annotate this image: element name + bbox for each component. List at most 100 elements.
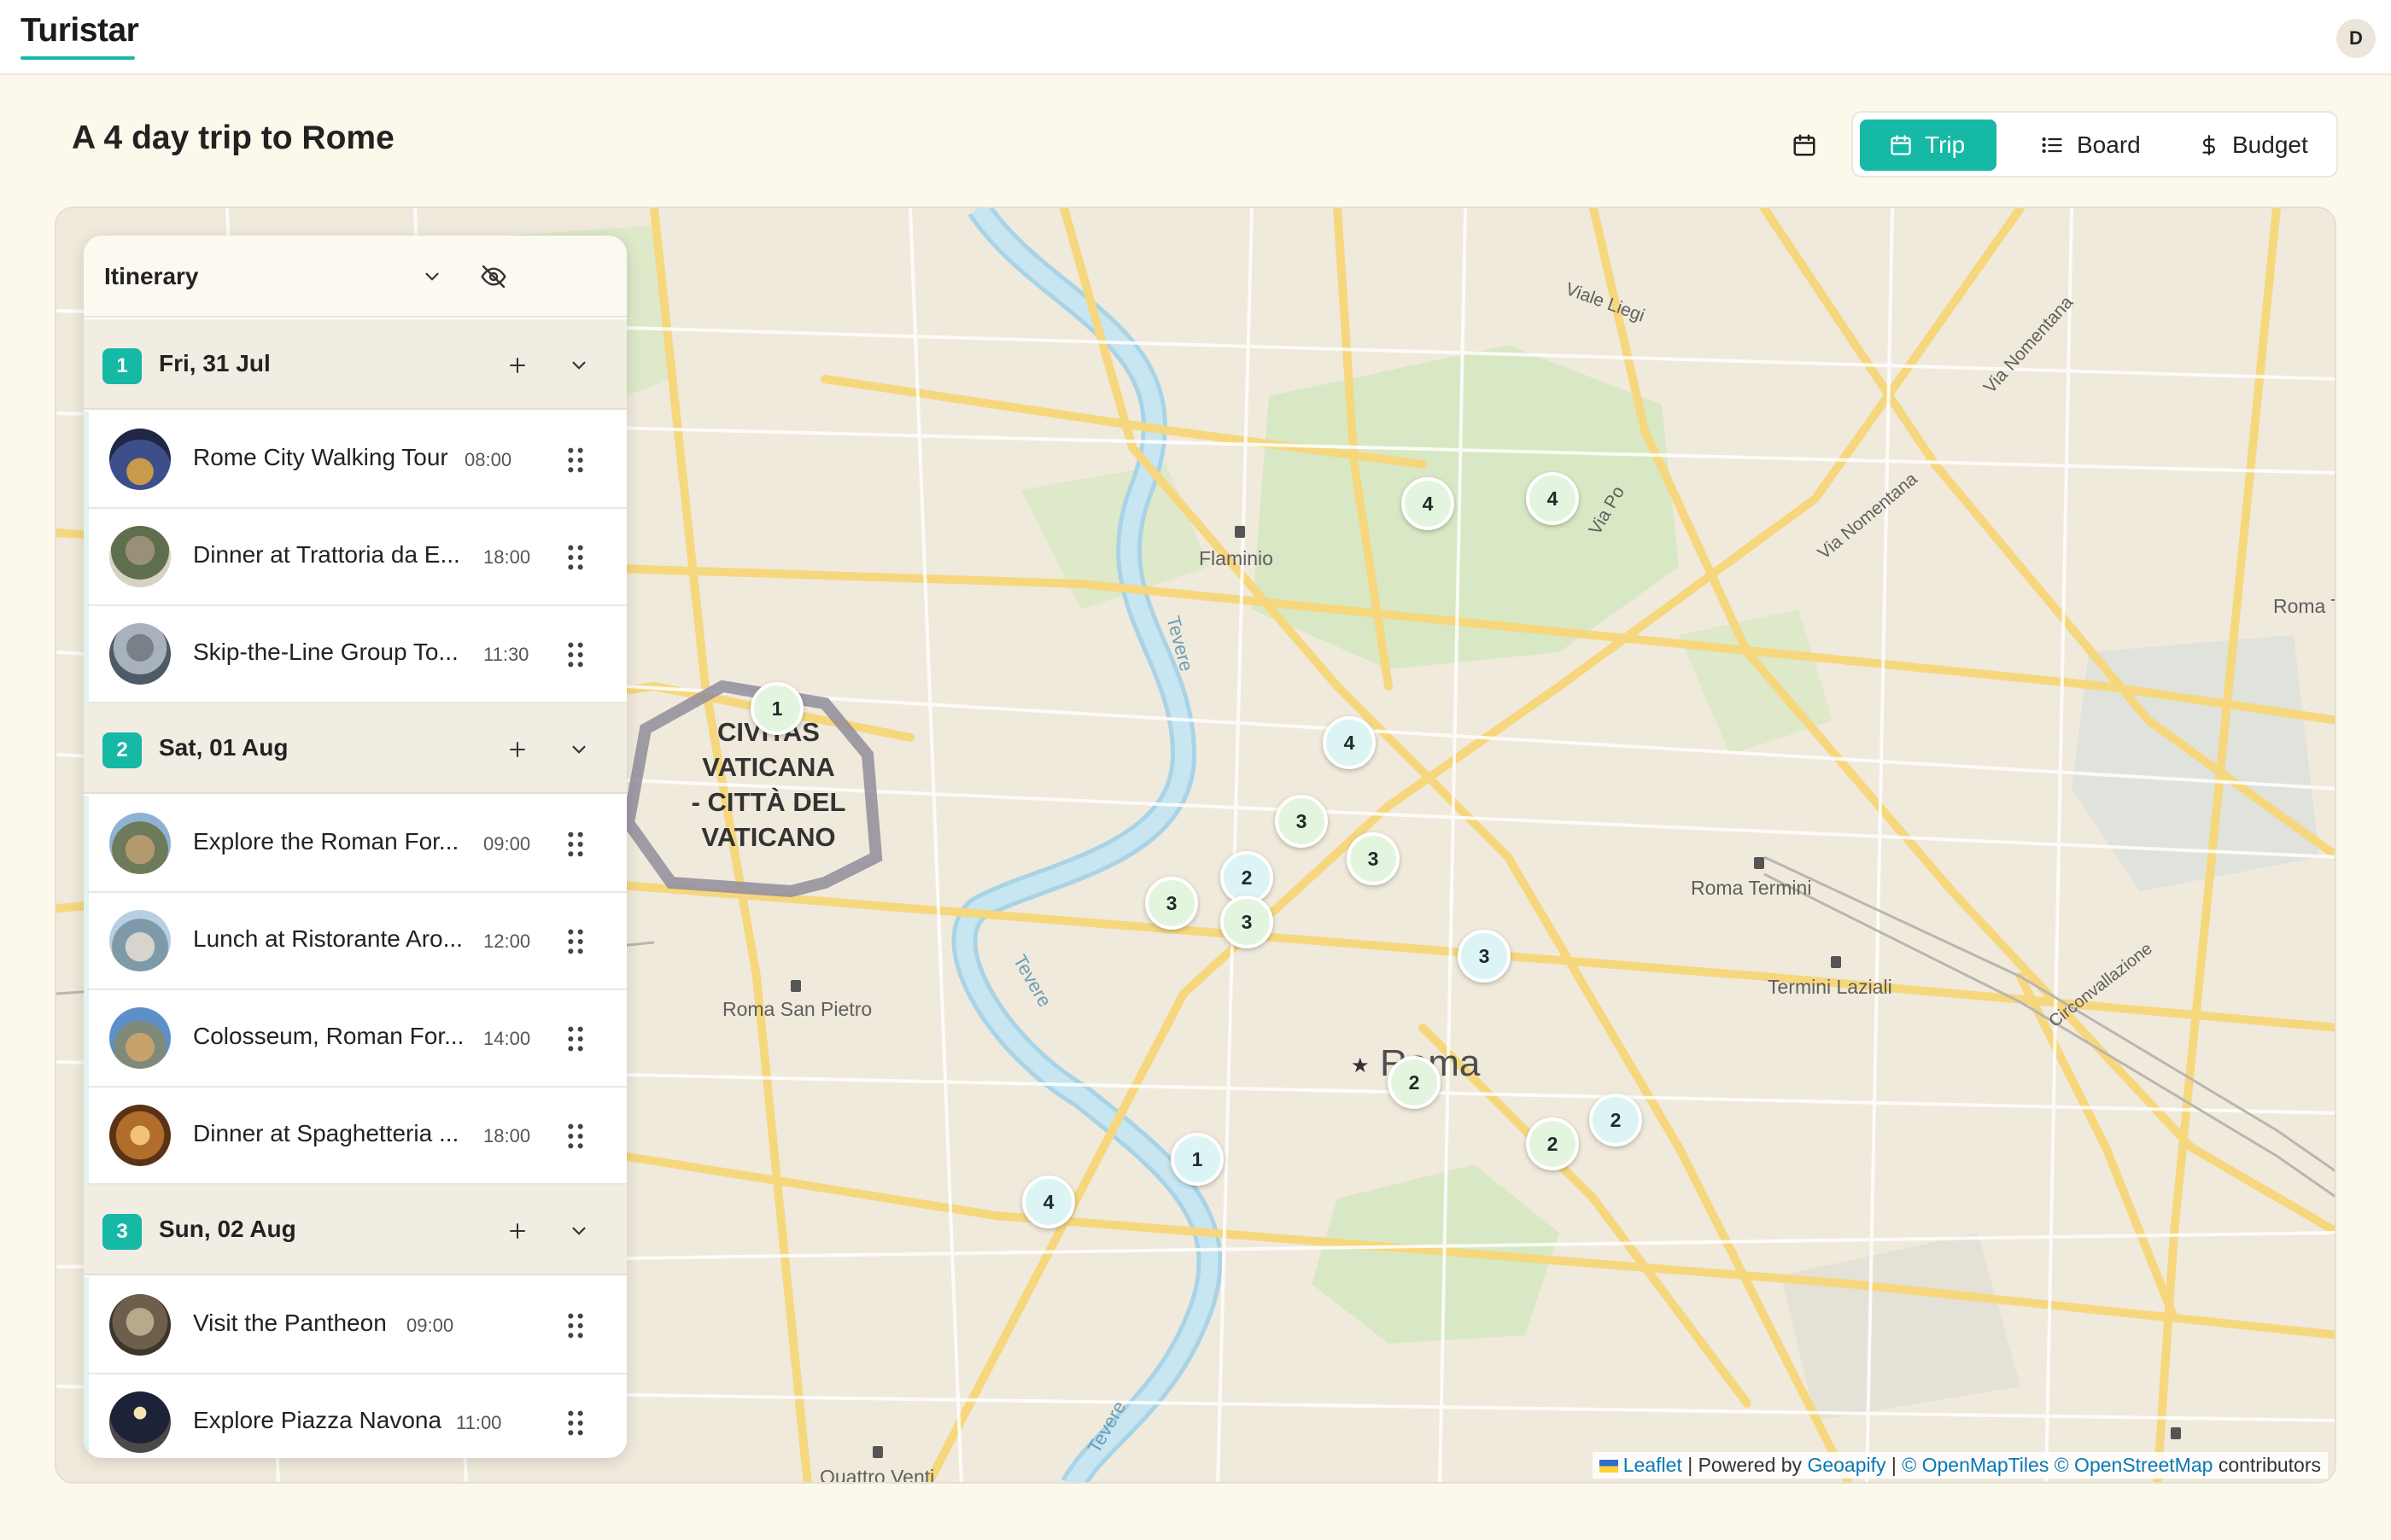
- plus-icon: [510, 358, 525, 373]
- avatar[interactable]: D: [2336, 19, 2376, 58]
- hide-itinerary-button[interactable]: [473, 256, 514, 297]
- add-activity-button[interactable]: [497, 729, 538, 770]
- day-header-2[interactable]: 2 Sat, 01 Aug: [84, 703, 627, 794]
- drag-handle-icon[interactable]: [565, 446, 586, 475]
- activity-thumbnail: [109, 813, 171, 874]
- map-marker[interactable]: 3: [1220, 895, 1273, 948]
- drag-handle-icon[interactable]: [565, 1024, 586, 1053]
- tab-trip[interactable]: Trip: [1860, 120, 1996, 171]
- activity-time: 08:00: [465, 449, 512, 470]
- dollar-icon: [2202, 135, 2216, 155]
- activity-item[interactable]: Colosseum, Roman For... 14:00: [84, 990, 627, 1088]
- drag-handle-icon[interactable]: [565, 1409, 586, 1438]
- activity-thumbnail: [109, 1294, 171, 1356]
- brand-logo[interactable]: Turistar: [20, 12, 139, 50]
- collapse-itinerary-button[interactable]: [412, 256, 453, 297]
- drag-handle-icon[interactable]: [565, 640, 586, 669]
- activity-thumbnail: [109, 1391, 171, 1453]
- day-label: Fri, 31 Jul: [159, 350, 271, 376]
- activity-time: 11:00: [456, 1412, 502, 1433]
- map-marker[interactable]: 2: [1388, 1056, 1441, 1109]
- collapse-day-button[interactable]: [558, 345, 599, 386]
- collapse-day-button[interactable]: [558, 1210, 599, 1251]
- activity-item[interactable]: Lunch at Ristorante Aro... 12:00: [84, 893, 627, 990]
- day-header-3[interactable]: 3 Sun, 02 Aug: [84, 1185, 627, 1275]
- activity-item[interactable]: Dinner at Spaghetteria ... 18:00: [84, 1088, 627, 1185]
- chevron-down-icon: [572, 361, 586, 370]
- list-icon: [2042, 137, 2062, 154]
- map-marker[interactable]: 4: [1526, 472, 1579, 525]
- map-marker[interactable]: 3: [1275, 795, 1328, 848]
- activity-item[interactable]: Rome City Walking Tour 08:00: [84, 411, 627, 509]
- activity-time: 12:00: [483, 930, 531, 952]
- drag-handle-icon[interactable]: [565, 1311, 586, 1340]
- tab-board[interactable]: Board: [2022, 120, 2159, 171]
- activity-item[interactable]: Visit the Pantheon 09:00: [84, 1277, 627, 1374]
- map-marker[interactable]: 2: [1589, 1094, 1642, 1146]
- day-number-badge: 2: [102, 732, 142, 768]
- map-label-flaminio: Flaminio: [1199, 547, 1273, 569]
- activity-thumbnail: [109, 910, 171, 971]
- tab-budget-label: Budget: [2232, 131, 2308, 158]
- map-label-termini-laziali: Termini Laziali: [1768, 976, 1892, 998]
- map-marker[interactable]: 1: [751, 682, 804, 735]
- activity-item[interactable]: Dinner at Trattoria da E... 18:00: [84, 509, 627, 606]
- activity-thumbnail: [109, 1105, 171, 1166]
- add-activity-button[interactable]: [497, 1210, 538, 1251]
- map-attribution: Leaflet | Powered by Geoapify | © OpenMa…: [1592, 1452, 2328, 1479]
- activity-name: Dinner at Spaghetteria ...: [193, 1120, 459, 1146]
- drag-handle-icon[interactable]: [565, 1122, 586, 1151]
- itinerary-title: Itinerary: [104, 263, 199, 289]
- attribution-text: | Powered by: [1681, 1454, 1808, 1476]
- drag-handle-icon[interactable]: [565, 830, 586, 859]
- map-label-roma-san-pietro: Roma San Pietro: [722, 998, 872, 1020]
- activity-item[interactable]: Skip-the-Line Group To... 11:30: [84, 606, 627, 703]
- map-marker[interactable]: 3: [1347, 832, 1400, 885]
- openstreetmap-link[interactable]: © OpenStreetMap: [2055, 1454, 2213, 1476]
- map-label-vatican-line3: - CITTÀ DEL: [692, 787, 846, 817]
- leaflet-link[interactable]: Leaflet: [1623, 1454, 1682, 1476]
- map-label-roma-termini: Roma Termini: [1691, 877, 1811, 899]
- plus-icon: [510, 742, 525, 757]
- activity-name: Skip-the-Line Group To...: [193, 639, 459, 665]
- activity-time: 11:30: [483, 644, 529, 665]
- tab-budget[interactable]: Budget: [2181, 120, 2331, 171]
- map-marker[interactable]: 4: [1323, 716, 1376, 769]
- map-marker[interactable]: 3: [1458, 930, 1511, 983]
- activity-name: Lunch at Ristorante Aro...: [193, 925, 463, 952]
- map-star-icon: ★: [1351, 1054, 1370, 1077]
- tab-trip-label: Trip: [1925, 131, 1966, 158]
- calendar-button[interactable]: [1783, 125, 1826, 166]
- activity-name: Rome City Walking Tour: [193, 444, 448, 470]
- activity-time: 14:00: [483, 1028, 531, 1049]
- openmaptiles-link[interactable]: © OpenMapTiles: [1902, 1454, 2049, 1476]
- drag-handle-icon[interactable]: [565, 927, 586, 956]
- attribution-separator: |: [1885, 1454, 1903, 1476]
- map-marker[interactable]: 3: [1145, 877, 1198, 930]
- map-label-vatican-line2: VATICANA: [702, 752, 835, 782]
- activity-name: Visit the Pantheon: [193, 1310, 387, 1336]
- drag-handle-icon[interactable]: [565, 543, 586, 572]
- map-marker[interactable]: 1: [1171, 1133, 1224, 1186]
- activity-item[interactable]: Explore Piazza Navona 11:00: [84, 1374, 627, 1458]
- chevron-down-icon: [572, 745, 586, 754]
- page-title: A 4 day trip to Rome: [72, 120, 395, 156]
- activity-name: Explore Piazza Navona: [193, 1407, 442, 1433]
- attribution-contributors: contributors: [2213, 1454, 2321, 1476]
- day-header-1[interactable]: 1 Fri, 31 Jul: [84, 319, 627, 410]
- geoapify-link[interactable]: Geoapify: [1807, 1454, 1885, 1476]
- map-marker[interactable]: 2: [1526, 1117, 1579, 1170]
- day-label: Sun, 02 Aug: [159, 1216, 296, 1242]
- map-marker[interactable]: 4: [1022, 1175, 1075, 1228]
- map-label-vatican-line4: VATICANO: [701, 822, 835, 852]
- tab-board-label: Board: [2077, 131, 2141, 158]
- activity-item[interactable]: Explore the Roman For... 09:00: [84, 796, 627, 893]
- activity-name: Colosseum, Roman For...: [193, 1023, 465, 1049]
- collapse-day-button[interactable]: [558, 729, 599, 770]
- chevron-down-icon: [425, 272, 439, 281]
- brand-active-indicator: [20, 56, 135, 60]
- activity-thumbnail: [109, 526, 171, 587]
- map-marker[interactable]: 4: [1401, 477, 1454, 530]
- add-activity-button[interactable]: [497, 345, 538, 386]
- itinerary-header: Itinerary: [84, 236, 627, 318]
